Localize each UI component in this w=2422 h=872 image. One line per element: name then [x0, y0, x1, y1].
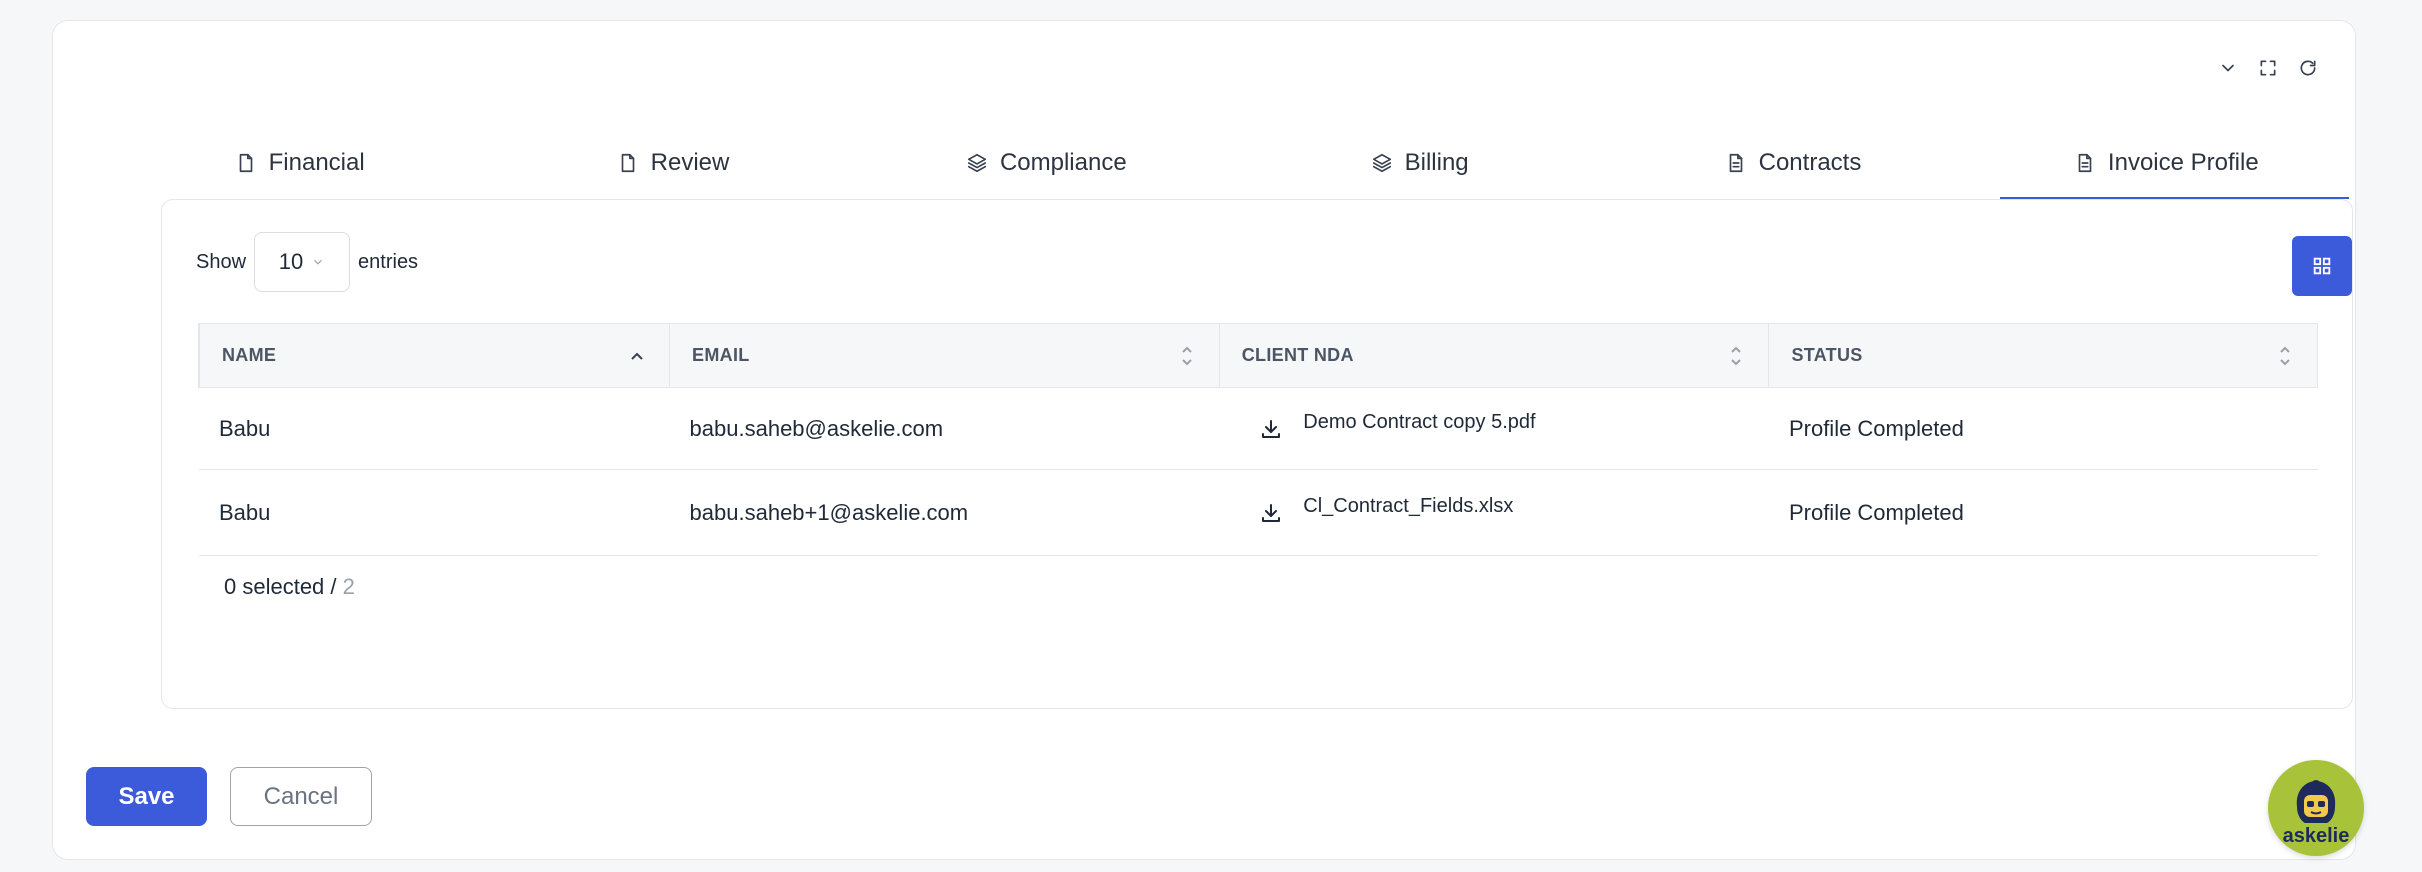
askelie-assistant-button[interactable]: askelie [2268, 760, 2364, 856]
table-row[interactable]: Babu babu.saheb@askelie.com Demo Contrac… [199, 387, 2318, 470]
selection-count: 0 selected / 2 [224, 574, 355, 600]
tab-label: Invoice Profile [2107, 149, 2259, 176]
card-actions [2217, 57, 2319, 79]
tab-compliance[interactable]: Compliance [860, 127, 1233, 199]
page-size-select[interactable]: 10 [254, 232, 351, 292]
save-button[interactable]: Save [86, 767, 207, 826]
cell-status: Profile Completed [1768, 469, 2318, 556]
cancel-button[interactable]: Cancel [230, 767, 372, 826]
tab-financial[interactable]: Financial [113, 127, 486, 199]
column-header-email[interactable]: EMAIL [669, 323, 1220, 388]
fullscreen-icon[interactable] [2257, 57, 2279, 79]
total-count: 2 [342, 574, 355, 599]
invoice-profile-panel: Show 10 entries NAME EMAIL CLIENT NDA ST… [161, 199, 2353, 709]
tab-contracts[interactable]: Contracts [1606, 127, 1979, 199]
page-size-control: Show 10 entries [196, 232, 418, 292]
chevron-down-icon[interactable] [2217, 57, 2239, 79]
file-icon [239, 153, 252, 173]
table-row[interactable]: Babu babu.saheb+1@askelie.com Cl_Contrac… [199, 469, 2318, 556]
main-card: Financial Review Compliance Billing Cont… [52, 20, 2356, 860]
tab-label: Contracts [1758, 149, 1862, 176]
tab-label: Compliance [999, 149, 1127, 176]
cell-client-nda: Demo Contract copy 5.pdf [1219, 387, 1769, 470]
download-icon[interactable] [1259, 417, 1283, 441]
layers-icon [967, 153, 987, 173]
cell-client-nda: Cl_Contract_Fields.xlsx [1219, 469, 1769, 556]
cell-name: Babu [199, 387, 670, 470]
column-header-name[interactable]: NAME [198, 323, 671, 388]
file-text-icon [1729, 153, 1742, 173]
file-icon [621, 153, 634, 173]
tab-label: Financial [268, 149, 365, 176]
tab-label: Review [650, 149, 730, 176]
show-label: Show [196, 250, 247, 273]
cell-name: Babu [199, 469, 670, 556]
tab-label: Billing [1404, 149, 1469, 176]
cell-email: babu.saheb@askelie.com [669, 387, 1220, 470]
chevron-down-icon [314, 259, 323, 265]
assistant-avatar-icon [2296, 780, 2336, 823]
nda-file-link[interactable]: Demo Contract copy 5.pdf [1303, 411, 1535, 434]
file-text-icon [2078, 153, 2092, 173]
tab-review[interactable]: Review [486, 127, 859, 199]
sort-icon [2277, 343, 2293, 369]
sort-icon [1179, 343, 1195, 369]
sort-icon [1728, 343, 1744, 369]
cell-email: babu.saheb+1@askelie.com [669, 469, 1220, 556]
layers-icon [1372, 153, 1391, 173]
column-header-client-nda[interactable]: CLIENT NDA [1219, 323, 1770, 388]
grid-view-button[interactable] [2292, 236, 2352, 296]
table-header-row: NAME EMAIL CLIENT NDA STATUS [198, 323, 2318, 388]
assistant-label: askelie [2282, 825, 2350, 847]
refresh-icon[interactable] [2297, 57, 2319, 79]
download-icon[interactable] [1259, 501, 1283, 525]
tab-invoice-profile[interactable]: Invoice Profile [1980, 127, 2353, 199]
selected-text: 0 selected / [224, 574, 343, 599]
sort-ascending-icon [629, 343, 645, 369]
column-header-status[interactable]: STATUS [1768, 323, 2318, 388]
tab-bar: Financial Review Compliance Billing Cont… [113, 127, 2353, 199]
profiles-table: NAME EMAIL CLIENT NDA STATUS Babu babu.s… [198, 323, 2318, 556]
page-size-value: 10 [278, 249, 304, 274]
entries-label: entries [358, 250, 419, 273]
tab-billing[interactable]: Billing [1233, 127, 1606, 199]
nda-file-link[interactable]: Cl_Contract_Fields.xlsx [1303, 495, 1513, 518]
cell-status: Profile Completed [1768, 387, 2318, 470]
grid-icon [2313, 257, 2331, 275]
